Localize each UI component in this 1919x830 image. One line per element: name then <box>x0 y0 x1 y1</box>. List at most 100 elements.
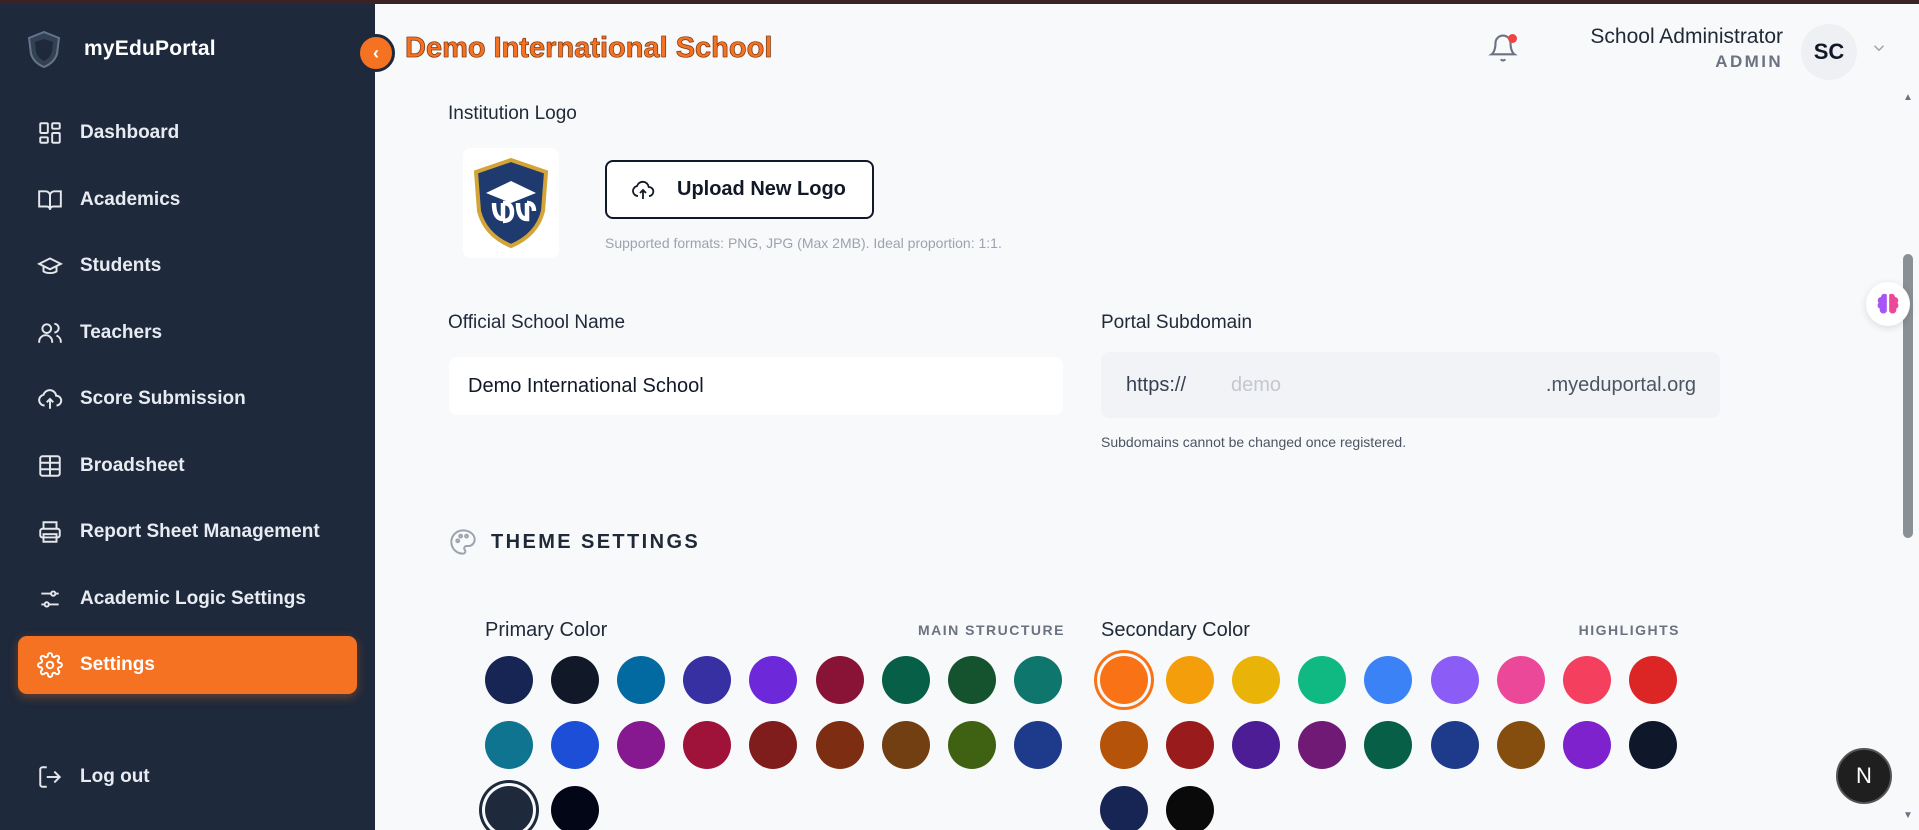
secondary-color-swatch[interactable] <box>1496 721 1545 769</box>
secondary-color-swatch[interactable] <box>1100 786 1148 830</box>
chevron-down-icon[interactable] <box>1870 39 1888 57</box>
secondary-color-swatch[interactable] <box>1430 656 1479 704</box>
scroll-down-arrow-icon[interactable]: ▼ <box>1903 810 1913 821</box>
table-icon <box>36 452 64 480</box>
sidebar-item-label: Students <box>80 255 162 276</box>
subdomain-label: Portal Subdomain <box>1101 312 1253 333</box>
collapse-sidebar-button[interactable]: ‹ <box>357 34 395 72</box>
upload-logo-button[interactable]: Upload New Logo <box>605 160 874 219</box>
gear-icon <box>36 651 64 679</box>
school-name-input[interactable]: Demo International School <box>449 357 1063 415</box>
primary-color-swatch[interactable] <box>881 721 930 769</box>
sidebar-item-label: Report Sheet Management <box>80 521 320 542</box>
secondary-color-swatch[interactable] <box>1166 656 1215 704</box>
sidebar-item-settings[interactable]: Settings <box>18 636 357 694</box>
sidebar-item-label: Broadsheet <box>80 454 185 476</box>
subdomain-suffix: .myeduportal.org <box>1545 373 1696 396</box>
sidebar-item-dashboard[interactable]: Dashboard <box>18 104 357 162</box>
secondary-color-swatch[interactable] <box>1232 656 1281 704</box>
secondary-color-swatch[interactable] <box>1100 721 1148 769</box>
brand[interactable]: myEduPortal <box>26 30 216 68</box>
primary-color-swatch[interactable] <box>617 721 666 769</box>
brain-icon <box>1877 293 1899 314</box>
top-header: Demo International School School Adminis… <box>375 4 1919 92</box>
n-floating-button[interactable]: N <box>1836 748 1892 804</box>
user-name: School Administrator <box>1590 25 1783 48</box>
ai-assistant-button[interactable] <box>1866 282 1910 326</box>
secondary-color-swatch[interactable] <box>1430 721 1479 769</box>
upload-logo-label: Upload New Logo <box>677 178 846 200</box>
primary-color-swatch[interactable] <box>617 656 666 704</box>
cloud-upload-icon <box>632 180 655 199</box>
secondary-color-swatch[interactable] <box>1298 656 1347 704</box>
chevron-left-icon: ‹ <box>373 42 379 63</box>
secondary-color-label: Secondary Color <box>1101 619 1250 641</box>
logout-button[interactable]: Log out <box>18 748 357 806</box>
secondary-color-swatch[interactable] <box>1298 721 1347 769</box>
sidebar-item-academics[interactable]: Academics <box>18 171 357 229</box>
sidebar-item-label: Teachers <box>80 321 163 343</box>
sidebar-item-students[interactable]: Students <box>18 237 357 295</box>
sidebar-item-label: Academic Logic Settings <box>80 587 306 609</box>
upload-hint: Supported formats: PNG, JPG (Max 2MB). I… <box>605 235 1002 251</box>
primary-color-swatch[interactable] <box>749 656 798 704</box>
primary-color-swatch[interactable] <box>815 721 864 769</box>
primary-color-swatch[interactable] <box>485 786 533 830</box>
secondary-color-swatch[interactable] <box>1628 656 1677 704</box>
primary-color-swatch[interactable] <box>947 721 996 769</box>
primary-color-swatch[interactable] <box>881 656 930 704</box>
secondary-color-swatch[interactable] <box>1364 721 1413 769</box>
subdomain-input[interactable]: demo <box>1231 374 1546 397</box>
primary-color-swatch[interactable] <box>749 721 798 769</box>
primary-color-swatch[interactable] <box>485 656 533 704</box>
secondary-color-swatch[interactable] <box>1232 721 1281 769</box>
cloud-upload-icon <box>36 385 64 413</box>
primary-color-swatch[interactable] <box>551 656 600 704</box>
brand-name: myEduPortal <box>84 37 216 60</box>
secondary-color-swatch[interactable] <box>1562 721 1611 769</box>
scroll-up-arrow-icon[interactable]: ▲ <box>1903 92 1913 103</box>
primary-color-swatch[interactable] <box>1013 721 1062 769</box>
primary-color-swatch[interactable] <box>551 786 600 830</box>
page-title: Demo International School <box>405 32 773 65</box>
primary-color-tag: MAIN STRUCTURE <box>918 622 1065 638</box>
primary-color-swatch[interactable] <box>947 656 996 704</box>
notification-badge <box>1508 34 1517 43</box>
primary-color-label: Primary Color <box>485 619 608 641</box>
sidebar-item-academic-logic-settings[interactable]: Academic Logic Settings <box>18 570 357 628</box>
theme-settings-title: THEME SETTINGS <box>491 530 701 553</box>
institution-logo <box>463 148 559 258</box>
sidebar-item-broadsheet[interactable]: Broadsheet <box>18 437 357 495</box>
school-logo-icon <box>473 157 549 249</box>
dashboard-icon <box>36 119 64 147</box>
primary-color-swatch[interactable] <box>815 656 864 704</box>
primary-color-swatch[interactable] <box>683 656 732 704</box>
primary-color-swatch[interactable] <box>551 721 600 769</box>
avatar[interactable]: SC <box>1801 24 1857 80</box>
subdomain-prefix: https:// <box>1126 373 1187 396</box>
sidebar-item-report-sheet-management[interactable]: Report Sheet Management <box>18 503 357 561</box>
secondary-color-swatch[interactable] <box>1628 721 1677 769</box>
users-icon <box>36 319 64 347</box>
sidebar-item-label: Settings <box>80 654 155 675</box>
palette-icon <box>450 529 476 555</box>
sidebar-item-score-submission[interactable]: Score Submission <box>18 370 357 428</box>
graduation-cap-icon <box>36 252 64 280</box>
subdomain-hint: Subdomains cannot be changed once regist… <box>1101 434 1407 450</box>
sidebar-item-teachers[interactable]: Teachers <box>18 304 357 362</box>
scrollbar[interactable]: ▲ ▼ <box>1899 88 1919 830</box>
secondary-color-swatch[interactable] <box>1562 656 1611 704</box>
subdomain-field[interactable]: https:// demo .myeduportal.org <box>1101 352 1720 418</box>
primary-color-swatch[interactable] <box>683 721 732 769</box>
secondary-color-swatch[interactable] <box>1364 656 1413 704</box>
secondary-color-swatch[interactable] <box>1166 786 1215 830</box>
secondary-color-swatch[interactable] <box>1496 656 1545 704</box>
sidebar-item-label: Academics <box>80 188 181 210</box>
secondary-color-swatch[interactable] <box>1100 656 1148 704</box>
secondary-color-swatch[interactable] <box>1166 721 1215 769</box>
window-top-border <box>0 0 1919 4</box>
primary-color-swatch[interactable] <box>1013 656 1062 704</box>
book-icon <box>36 186 64 214</box>
logout-label: Log out <box>80 766 150 787</box>
primary-color-swatch[interactable] <box>485 721 533 769</box>
